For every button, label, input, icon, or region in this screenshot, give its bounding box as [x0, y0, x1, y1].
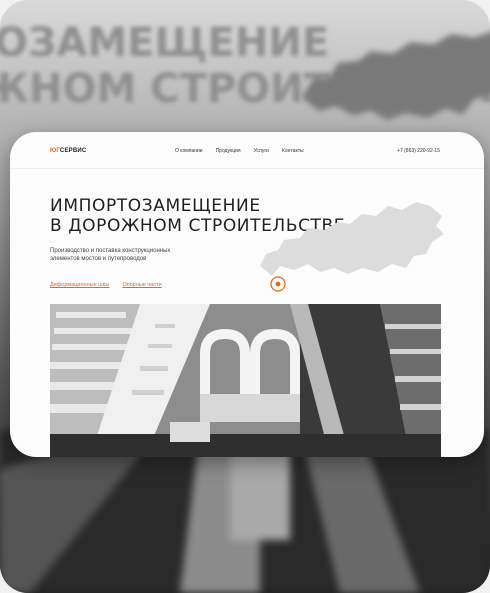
hero-subtitle-line-2: элементов мостов и путепроводов [50, 256, 147, 262]
hero-subtitle: Производство и поставка конструкционных … [50, 247, 220, 263]
nav-item-products[interactable]: Продукция [216, 148, 241, 154]
hero-photo [50, 304, 441, 457]
nav-item-services[interactable]: Услуги [254, 148, 269, 154]
russia-map-icon [260, 202, 444, 292]
website-preview-card: ЮГСЕРВИС О компании Продукция Услуги Кон… [10, 132, 484, 457]
hero-links: Деформационные швы Опорные части [50, 282, 162, 288]
logo[interactable]: ЮГСЕРВИС [50, 148, 86, 154]
main-menu: О компании Продукция Услуги Контакты [175, 148, 304, 154]
link-bearings[interactable]: Опорные части [122, 282, 161, 288]
phone-number[interactable]: +7 (863) 220-92-15 [397, 148, 440, 154]
location-pin-icon [275, 281, 281, 287]
nav-item-about[interactable]: О компании [175, 148, 203, 154]
nav-item-contacts[interactable]: Контакты [282, 148, 304, 154]
background-map-icon [301, 32, 490, 121]
top-nav: ЮГСЕРВИС О компании Продукция Услуги Кон… [10, 132, 484, 169]
logo-text: СЕРВИС [59, 148, 87, 154]
expansion-joint-photo [50, 304, 441, 457]
logo-accent: ЮГ [50, 148, 60, 154]
link-expansion-joints[interactable]: Деформационные швы [50, 282, 109, 288]
hero-subtitle-line-1: Производство и поставка конструкционных [50, 248, 171, 254]
